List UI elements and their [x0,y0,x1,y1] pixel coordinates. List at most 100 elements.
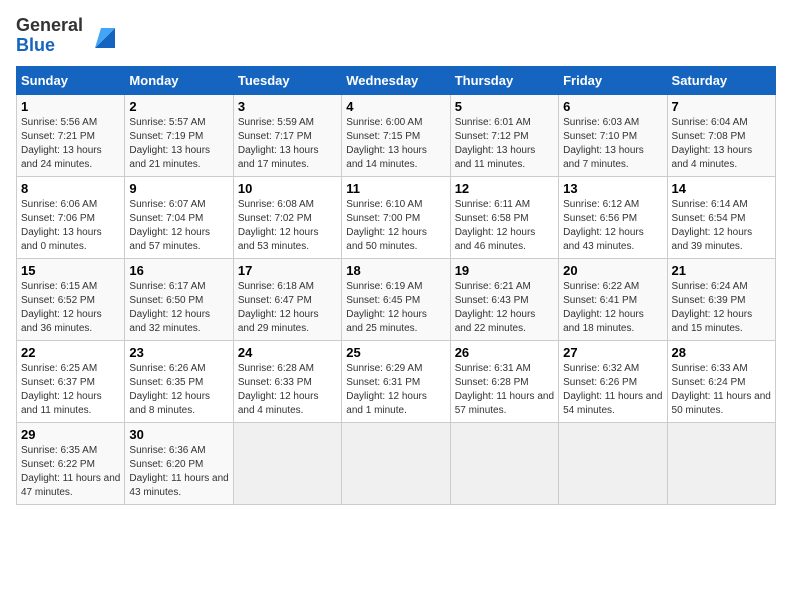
day-info: Sunrise: 5:59 AMSunset: 7:17 PMDaylight:… [238,116,337,172]
day-info: Sunrise: 6:18 AMSunset: 6:47 PMDaylight:… [238,280,337,336]
calendar-week-row: 15Sunrise: 6:15 AMSunset: 6:52 PMDayligh… [17,258,776,340]
day-info: Sunrise: 6:22 AMSunset: 6:41 PMDaylight:… [563,280,662,336]
calendar-week-row: 1 Sunrise: 5:56 AMSunset: 7:21 PMDaylight… [17,94,776,176]
calendar-cell: 22 Sunrise: 6:25 AMSunset: 6:37 PMDayligh… [17,340,125,422]
calendar-cell: 27Sunrise: 6:32 AMSunset: 6:26 PMDayligh… [559,340,667,422]
calendar-cell [342,422,450,504]
day-of-week-header: Saturday [667,66,775,94]
day-number: 3 [238,99,337,114]
day-number: 23 [129,345,228,360]
day-info: Sunrise: 6:03 AMSunset: 7:10 PMDaylight:… [563,116,662,172]
calendar-cell: 2 Sunrise: 5:57 AMSunset: 7:19 PMDaylight… [125,94,233,176]
calendar-cell: 18Sunrise: 6:19 AMSunset: 6:45 PMDayligh… [342,258,450,340]
calendar-cell: 4 Sunrise: 6:00 AMSunset: 7:15 PMDaylight… [342,94,450,176]
day-number: 12 [455,181,554,196]
day-number: 24 [238,345,337,360]
calendar-cell: 25Sunrise: 6:29 AMSunset: 6:31 PMDayligh… [342,340,450,422]
day-info: Sunrise: 6:26 AMSunset: 6:35 PMDaylight:… [129,362,228,418]
day-number: 1 [21,99,120,114]
day-number: 9 [129,181,228,196]
calendar-cell: 8 Sunrise: 6:06 AMSunset: 7:06 PMDaylight… [17,176,125,258]
day-info: Sunrise: 6:12 AMSunset: 6:56 PMDaylight:… [563,198,662,254]
day-info: Sunrise: 6:01 AMSunset: 7:12 PMDaylight:… [455,116,554,172]
calendar-cell [667,422,775,504]
calendar-cell [450,422,558,504]
logo-general: General [16,15,83,35]
day-info: Sunrise: 6:36 AMSunset: 6:20 PMDaylight:… [129,444,228,500]
day-number: 21 [672,263,771,278]
calendar-cell: 11 Sunrise: 6:10 AMSunset: 7:00 PMDayligh… [342,176,450,258]
day-info: Sunrise: 6:06 AMSunset: 7:06 PMDaylight:… [21,198,120,254]
logo-icon [87,20,119,52]
day-number: 30 [129,427,228,442]
day-number: 22 [21,345,120,360]
day-number: 25 [346,345,445,360]
calendar-week-row: 8 Sunrise: 6:06 AMSunset: 7:06 PMDaylight… [17,176,776,258]
day-info: Sunrise: 6:11 AMSunset: 6:58 PMDaylight:… [455,198,554,254]
calendar-table: SundayMondayTuesdayWednesdayThursdayFrid… [16,66,776,505]
calendar-cell [233,422,341,504]
day-of-week-header: Wednesday [342,66,450,94]
day-of-week-header: Friday [559,66,667,94]
day-number: 20 [563,263,662,278]
calendar-week-row: 29 Sunrise: 6:35 AMSunset: 6:22 PMDayligh… [17,422,776,504]
day-number: 4 [346,99,445,114]
calendar-cell: 13 Sunrise: 6:12 AMSunset: 6:56 PMDayligh… [559,176,667,258]
day-info: Sunrise: 6:17 AMSunset: 6:50 PMDaylight:… [129,280,228,336]
day-number: 17 [238,263,337,278]
day-info: Sunrise: 5:57 AMSunset: 7:19 PMDaylight:… [129,116,228,172]
day-number: 16 [129,263,228,278]
calendar-cell: 29 Sunrise: 6:35 AMSunset: 6:22 PMDayligh… [17,422,125,504]
day-info: Sunrise: 6:15 AMSunset: 6:52 PMDaylight:… [21,280,120,336]
calendar-cell: 19 Sunrise: 6:21 AMSunset: 6:43 PMDayligh… [450,258,558,340]
calendar-cell: 15Sunrise: 6:15 AMSunset: 6:52 PMDayligh… [17,258,125,340]
day-number: 5 [455,99,554,114]
day-info: Sunrise: 6:25 AMSunset: 6:37 PMDaylight:… [21,362,120,418]
day-number: 8 [21,181,120,196]
day-number: 10 [238,181,337,196]
calendar-cell: 26 Sunrise: 6:31 AMSunset: 6:28 PMDayligh… [450,340,558,422]
day-number: 29 [21,427,120,442]
day-info: Sunrise: 6:10 AMSunset: 7:00 PMDaylight:… [346,198,445,254]
calendar-cell: 12 Sunrise: 6:11 AMSunset: 6:58 PMDayligh… [450,176,558,258]
calendar-cell: 9 Sunrise: 6:07 AMSunset: 7:04 PMDaylight… [125,176,233,258]
day-number: 2 [129,99,228,114]
day-info: Sunrise: 6:33 AMSunset: 6:24 PMDaylight:… [672,362,771,418]
calendar-cell: 20 Sunrise: 6:22 AMSunset: 6:41 PMDayligh… [559,258,667,340]
day-number: 7 [672,99,771,114]
calendar-cell: 17 Sunrise: 6:18 AMSunset: 6:47 PMDayligh… [233,258,341,340]
calendar-cell: 6 Sunrise: 6:03 AMSunset: 7:10 PMDaylight… [559,94,667,176]
day-number: 13 [563,181,662,196]
calendar-cell: 23 Sunrise: 6:26 AMSunset: 6:35 PMDayligh… [125,340,233,422]
logo: General Blue [16,16,119,56]
day-info: Sunrise: 6:35 AMSunset: 6:22 PMDaylight:… [21,444,120,500]
day-number: 18 [346,263,445,278]
calendar-cell: 28Sunrise: 6:33 AMSunset: 6:24 PMDayligh… [667,340,775,422]
days-header-row: SundayMondayTuesdayWednesdayThursdayFrid… [17,66,776,94]
day-info: Sunrise: 6:08 AMSunset: 7:02 PMDaylight:… [238,198,337,254]
day-info: Sunrise: 6:24 AMSunset: 6:39 PMDaylight:… [672,280,771,336]
day-number: 11 [346,181,445,196]
day-info: Sunrise: 6:00 AMSunset: 7:15 PMDaylight:… [346,116,445,172]
day-number: 14 [672,181,771,196]
day-info: Sunrise: 6:04 AMSunset: 7:08 PMDaylight:… [672,116,771,172]
day-number: 26 [455,345,554,360]
calendar-cell: 7 Sunrise: 6:04 AMSunset: 7:08 PMDaylight… [667,94,775,176]
calendar-cell: 21 Sunrise: 6:24 AMSunset: 6:39 PMDayligh… [667,258,775,340]
day-info: Sunrise: 6:28 AMSunset: 6:33 PMDaylight:… [238,362,337,418]
day-number: 6 [563,99,662,114]
calendar-week-row: 22 Sunrise: 6:25 AMSunset: 6:37 PMDayligh… [17,340,776,422]
calendar-cell: 30 Sunrise: 6:36 AMSunset: 6:20 PMDayligh… [125,422,233,504]
calendar-cell: 10 Sunrise: 6:08 AMSunset: 7:02 PMDayligh… [233,176,341,258]
day-of-week-header: Monday [125,66,233,94]
day-of-week-header: Sunday [17,66,125,94]
day-number: 19 [455,263,554,278]
calendar-cell: 16 Sunrise: 6:17 AMSunset: 6:50 PMDayligh… [125,258,233,340]
day-info: Sunrise: 6:31 AMSunset: 6:28 PMDaylight:… [455,362,554,418]
day-info: Sunrise: 6:21 AMSunset: 6:43 PMDaylight:… [455,280,554,336]
day-info: Sunrise: 5:56 AMSunset: 7:21 PMDaylight:… [21,116,120,172]
calendar-cell [559,422,667,504]
day-info: Sunrise: 6:07 AMSunset: 7:04 PMDaylight:… [129,198,228,254]
logo-blue: Blue [16,35,55,55]
calendar-cell: 5 Sunrise: 6:01 AMSunset: 7:12 PMDaylight… [450,94,558,176]
